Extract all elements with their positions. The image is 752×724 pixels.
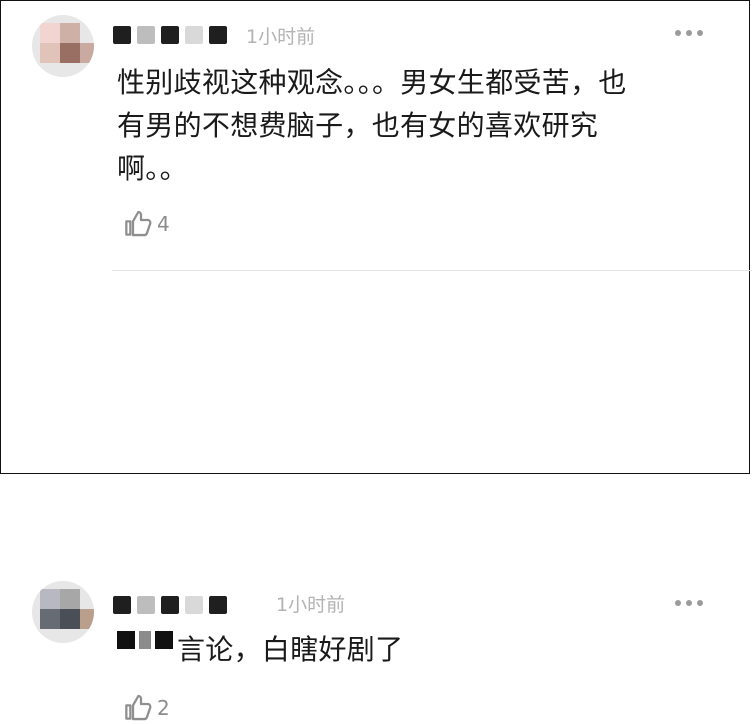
like-button[interactable]: 4 [121, 208, 170, 240]
comment-time: 1小时前 [276, 594, 346, 616]
username-mask [113, 26, 131, 44]
username-mask [185, 26, 203, 44]
comment-time: 1小时前 [246, 26, 316, 48]
avatar-pixel [60, 23, 80, 43]
content-mask [117, 631, 135, 649]
more-dot [697, 600, 703, 606]
avatar-pixel [60, 609, 80, 629]
username-mask [137, 26, 155, 44]
more-dot [686, 30, 692, 36]
thumbs-up-outline-icon [125, 210, 152, 237]
avatar-pixel [80, 43, 94, 63]
username-mask [113, 596, 131, 614]
content-mask [139, 631, 151, 649]
avatar[interactable] [32, 15, 94, 77]
username-mask [137, 596, 155, 614]
username-mask [209, 596, 227, 614]
comment-item-2: 1小时前 言论，白瞎好剧了 2 [0, 274, 752, 721]
more-dot [675, 30, 681, 36]
comment-item-1: 1小时前 性别歧视这种观念。。。男女生都受苦，也 有男的不想费脑子，也有女的喜欢… [0, 0, 752, 270]
avatar-pixel [60, 589, 80, 609]
comment-divider [112, 270, 752, 271]
username-mask [161, 596, 179, 614]
like-count: 4 [157, 212, 170, 236]
content-mask [155, 631, 173, 649]
avatar-pixel [40, 609, 60, 629]
more-dot [675, 600, 681, 606]
like-button[interactable]: 2 [121, 692, 170, 724]
username-mask [185, 596, 203, 614]
username-masked[interactable] [113, 593, 227, 617]
more-dot [686, 600, 692, 606]
comment-content: 性别歧视这种观念。。。男女生都受苦，也 有男的不想费脑子，也有女的喜欢研究 啊。… [117, 66, 627, 185]
username-mask [161, 26, 179, 44]
more-icon[interactable] [672, 28, 706, 38]
avatar-pixel [40, 43, 60, 63]
avatar-pixel [80, 609, 94, 629]
avatar[interactable] [32, 581, 94, 643]
more-icon[interactable] [672, 598, 706, 608]
more-dot [697, 30, 703, 36]
thumbs-up-outline-icon [125, 694, 152, 721]
username-masked[interactable] [113, 23, 227, 47]
like-count: 2 [157, 696, 170, 720]
avatar-pixel [60, 43, 80, 63]
avatar-pixel [40, 23, 60, 43]
comment-content: 言论，白瞎好剧了 [177, 633, 404, 666]
avatar-pixel [40, 589, 60, 609]
username-mask [209, 26, 227, 44]
